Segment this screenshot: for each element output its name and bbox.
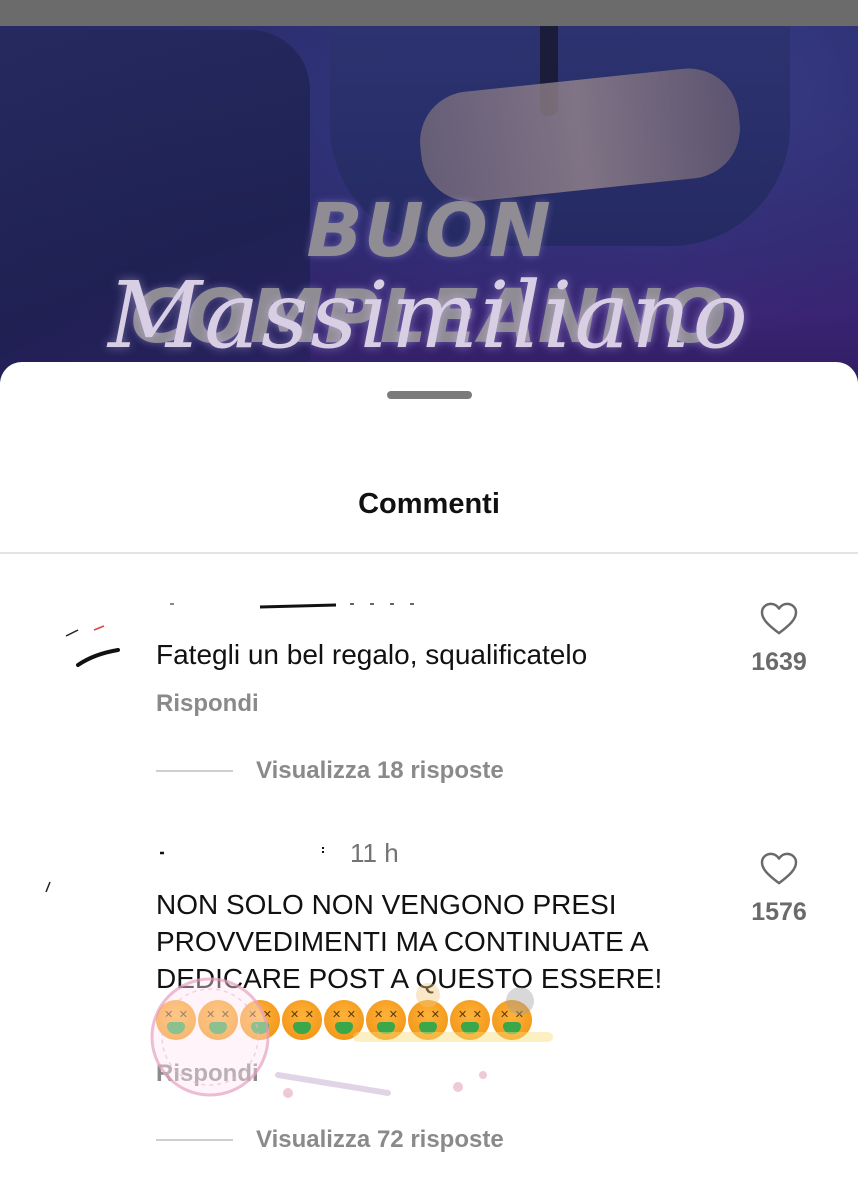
- sheet-title: Commenti: [358, 488, 500, 520]
- comment-timestamp: 11 h: [350, 838, 399, 868]
- comment-item: Fategli un bel regalo, squalificatelo Ri…: [0, 582, 858, 802]
- post-image: BUON COMPLEANNO Massimiliano: [0, 0, 858, 420]
- watermark-stamp: [150, 977, 553, 1098]
- avatar[interactable]: [38, 870, 108, 940]
- header-divider: [0, 552, 858, 554]
- heart-outline-icon[interactable]: [760, 852, 798, 886]
- like-button[interactable]: 1639: [748, 602, 810, 677]
- sheet-drag-handle[interactable]: [387, 391, 472, 399]
- comment-text: Fategli un bel regalo, squalificatelo: [156, 639, 588, 670]
- status-bar-area: [0, 0, 858, 26]
- post-script-name: Massimiliano: [108, 262, 750, 369]
- replies-divider-line: [156, 770, 233, 772]
- like-button[interactable]: 1576: [748, 852, 810, 927]
- like-count: 1576: [751, 898, 807, 926]
- reply-button[interactable]: Rispondi: [156, 690, 259, 718]
- like-count: 1639: [751, 648, 807, 676]
- avatar[interactable]: [60, 620, 130, 690]
- view-replies-button[interactable]: Visualizza 18 risposte: [256, 757, 504, 785]
- username-redacted[interactable]: [156, 844, 336, 858]
- replies-divider-line: [156, 1139, 233, 1141]
- username-redacted[interactable]: [160, 597, 420, 611]
- view-replies-button[interactable]: Visualizza 72 risposte: [256, 1126, 504, 1154]
- heart-outline-icon[interactable]: [760, 602, 798, 636]
